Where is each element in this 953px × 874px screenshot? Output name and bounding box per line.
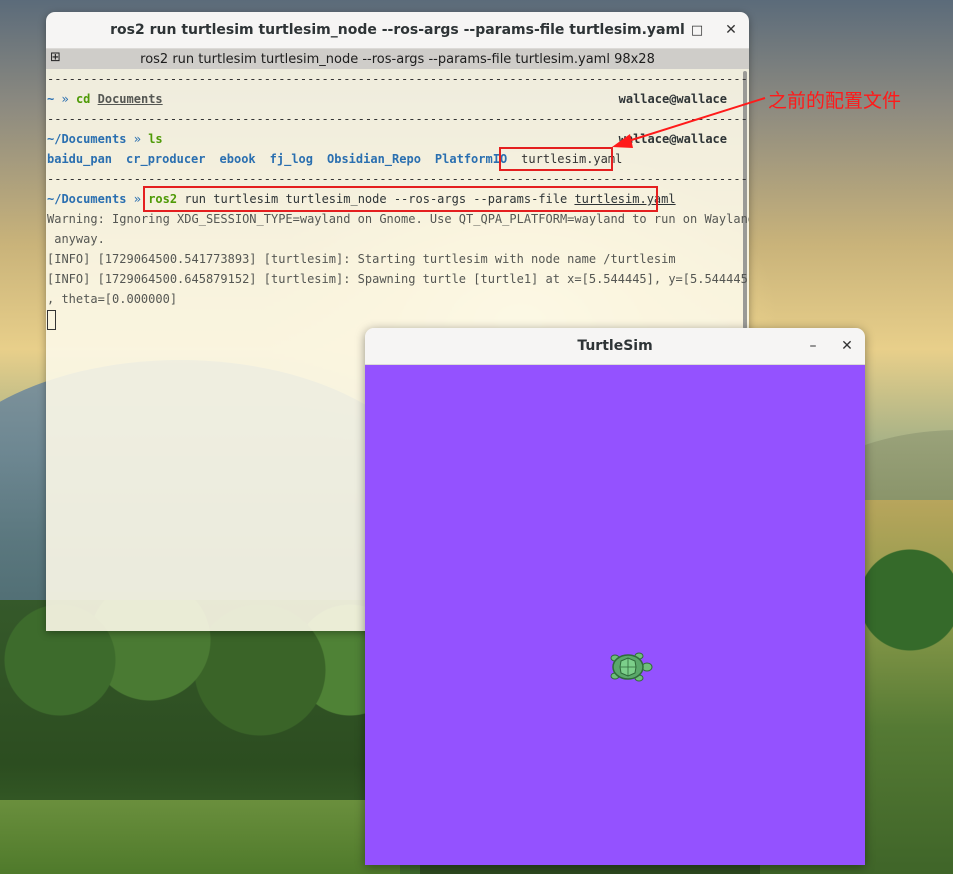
prompt-path: ~/Documents (47, 192, 127, 206)
ls-item: ebook (219, 152, 256, 166)
prompt-arrow: » (61, 92, 69, 106)
close-button[interactable]: ✕ (721, 20, 741, 40)
highlight-box-yaml-file (499, 147, 613, 171)
prompt-line-cd: ~ » cd Documents wallace@wallace (47, 89, 749, 109)
wallpaper-grass (0, 800, 400, 874)
ls-item: baidu_pan (47, 152, 113, 166)
terminal-tab-title: ros2 run turtlesim turtlesim_node --ros-… (140, 51, 655, 67)
terminal-window-title: ros2 run turtlesim turtlesim_node --ros-… (110, 22, 685, 38)
command-name: ls (148, 132, 163, 146)
ls-item: fj_log (269, 152, 313, 166)
turtle-icon (610, 652, 653, 682)
ls-output: baidu_pan cr_producer ebook fj_log Obsidian_… (47, 149, 749, 169)
maximize-button[interactable]: □ (687, 20, 707, 40)
command-argument: Documents (97, 92, 163, 106)
command-name: cd (75, 92, 91, 106)
wallpaper-trees (860, 540, 953, 660)
info-line: [INFO] [1729064500.541773893] [turtlesim… (47, 252, 676, 266)
ls-item: PlatformIO (434, 152, 508, 166)
prompt-user-host: wallace@wallace (618, 132, 727, 146)
prompt-arrow: » (133, 192, 141, 206)
warning-line: anyway. (47, 232, 105, 246)
tab-menu-icon[interactable]: ⊞ (50, 51, 64, 65)
annotation-label: 之前的配置文件 (768, 90, 902, 112)
ls-item: Obsidian_Repo (327, 152, 421, 166)
info-line: [INFO] [1729064500.645879152] [turtlesim… (47, 272, 749, 286)
prompt-path: ~ (47, 92, 55, 106)
terminal-titlebar[interactable]: ros2 run turtlesim turtlesim_node --ros-… (46, 12, 749, 49)
prompt-line-ls: ~/Documents » ls wallace@wallace (47, 129, 749, 149)
turtlesim-window[interactable]: TurtleSim – ✕ (365, 328, 865, 865)
prompt-path: ~/Documents (47, 132, 127, 146)
warning-line: Warning: Ignoring XDG_SESSION_TYPE=wayla… (47, 212, 749, 226)
terminal-tab-bar[interactable]: ⊞ ros2 run turtlesim turtlesim_node --ro… (46, 49, 749, 69)
prompt-arrow: » (133, 132, 141, 146)
turtlesim-canvas[interactable] (365, 365, 865, 865)
ls-item: cr_producer (126, 152, 206, 166)
close-button[interactable]: ✕ (837, 336, 857, 356)
prompt-user-host: wallace@wallace (618, 92, 727, 106)
prompt-separator: ----------------------------------------… (47, 72, 749, 86)
turtlesim-window-title: TurtleSim (577, 338, 653, 354)
terminal-cursor-line (47, 309, 749, 330)
minimize-button[interactable]: – (652, 20, 672, 40)
terminal-cursor (47, 309, 56, 330)
minimize-button[interactable]: – (803, 336, 823, 356)
info-line: , theta=[0.000000] (47, 292, 178, 306)
prompt-separator: ----------------------------------------… (47, 112, 749, 126)
turtlesim-titlebar[interactable]: TurtleSim – ✕ (365, 328, 865, 365)
highlight-box-ros2-command (143, 186, 658, 212)
